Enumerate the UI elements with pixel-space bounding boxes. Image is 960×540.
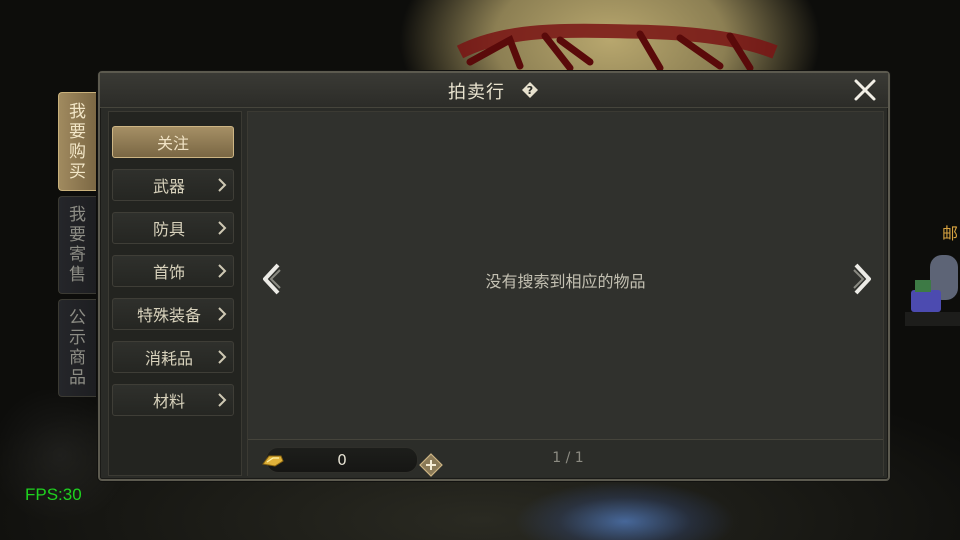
background-character-glow bbox=[510, 478, 740, 540]
category-weapons[interactable]: 武器 bbox=[112, 169, 234, 201]
tab-buy-char: 要 bbox=[69, 121, 86, 142]
category-label: 防具 bbox=[152, 220, 185, 239]
category-label: 武器 bbox=[152, 177, 185, 196]
tab-public-char: 公 bbox=[69, 308, 86, 328]
category-follow[interactable]: 关注 bbox=[112, 126, 234, 158]
tab-sell-char: 要 bbox=[69, 225, 86, 245]
listing-footer: 0 1 / 1 bbox=[248, 439, 883, 477]
chevron-right-icon bbox=[218, 264, 227, 278]
page-indicator: 1 / 1 bbox=[552, 450, 584, 466]
fps-counter: FPS:30 bbox=[25, 485, 82, 504]
empty-result-message: 没有搜索到相应的物品 bbox=[485, 272, 646, 291]
npc-mailbox-sprite[interactable] bbox=[905, 240, 960, 335]
category-consumables[interactable]: 消耗品 bbox=[112, 341, 234, 373]
next-page-arrow-icon[interactable] bbox=[852, 262, 874, 296]
gold-ingot-icon bbox=[262, 455, 284, 467]
tab-sell-char: 我 bbox=[69, 205, 86, 225]
category-armor[interactable]: 防具 bbox=[112, 212, 234, 244]
tab-sell-char: 寄 bbox=[69, 245, 86, 265]
gold-balance: 0 bbox=[262, 447, 443, 477]
tab-public-items[interactable]: 公 示 商 品 bbox=[58, 299, 96, 397]
help-diamond-icon[interactable]: ? bbox=[521, 81, 539, 99]
tab-sell[interactable]: 我 要 寄 售 bbox=[58, 196, 96, 294]
add-plus-icon[interactable] bbox=[419, 453, 443, 477]
category-materials[interactable]: 材料 bbox=[112, 384, 234, 416]
game-title-banner bbox=[450, 22, 780, 76]
category-list: 关注 武器 防具 首饰 特殊装备 消耗品 材料 bbox=[108, 111, 242, 476]
category-label: 首饰 bbox=[152, 263, 185, 282]
tab-buy-char: 买 bbox=[69, 161, 86, 182]
svg-text:?: ? bbox=[527, 84, 533, 97]
listing-area: 没有搜索到相应的物品 0 1 / 1 bbox=[247, 111, 884, 477]
category-label: 消耗品 bbox=[144, 349, 193, 368]
chevron-right-icon bbox=[218, 393, 227, 407]
category-label: 材料 bbox=[152, 392, 185, 411]
chevron-right-icon bbox=[218, 178, 227, 192]
mail-label[interactable]: 邮 bbox=[942, 220, 960, 244]
window-titlebar: 拍卖行 ? bbox=[100, 73, 888, 108]
tab-public-char: 品 bbox=[69, 368, 86, 388]
chevron-right-icon bbox=[218, 221, 227, 235]
tab-sell-char: 售 bbox=[69, 265, 86, 285]
category-jewelry[interactable]: 首饰 bbox=[112, 255, 234, 287]
chevron-right-icon bbox=[218, 350, 227, 364]
tab-buy-char: 购 bbox=[69, 141, 86, 162]
chevron-right-icon bbox=[218, 307, 227, 321]
category-label: 关注 bbox=[156, 134, 189, 153]
category-label: 特殊装备 bbox=[136, 306, 201, 325]
tab-buy[interactable]: 我 要 购 买 bbox=[58, 92, 96, 191]
auction-house-window: 拍卖行 ? 关注 武器 防具 首饰 特殊装备 消耗品 材料 没有搜索到相应的物品… bbox=[98, 71, 890, 481]
tab-buy-char: 我 bbox=[69, 101, 86, 122]
gold-value: 0 bbox=[337, 451, 347, 469]
tab-public-char: 商 bbox=[69, 348, 86, 368]
category-special-equipment[interactable]: 特殊装备 bbox=[112, 298, 234, 330]
window-title: 拍卖行 bbox=[448, 82, 505, 103]
close-x-icon[interactable] bbox=[852, 77, 878, 103]
tab-public-char: 示 bbox=[69, 328, 86, 348]
